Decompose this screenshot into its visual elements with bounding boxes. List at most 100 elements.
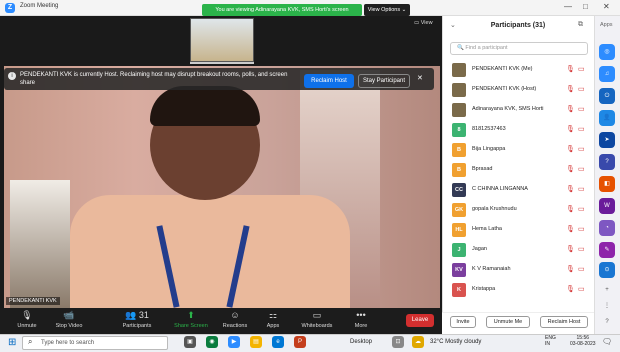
participant-row[interactable]: J Jagan 🎙 ▭ bbox=[448, 240, 590, 260]
participant-search-input[interactable]: 🔍 Find a participant bbox=[450, 42, 588, 55]
windows-start-icon[interactable]: ⊞ bbox=[8, 337, 16, 348]
participants-icon: 👥 31 bbox=[125, 310, 149, 320]
microphone-muted-icon: 🎙 bbox=[566, 186, 575, 193]
chrome-icon[interactable]: ◉ bbox=[206, 336, 218, 348]
video-off-icon: ▭ bbox=[578, 206, 585, 213]
video-off-icon: ▭ bbox=[578, 226, 585, 233]
leave-button[interactable]: Leave bbox=[406, 314, 434, 327]
video-camera-icon: 📹 bbox=[63, 310, 75, 320]
participant-row[interactable]: HL Hema Latha 🎙 ▭ bbox=[448, 220, 590, 240]
microphone-muted-icon: 🎙 bbox=[566, 266, 575, 273]
view-options-button[interactable]: View Options ⌄ bbox=[364, 4, 410, 16]
reactions-button[interactable]: ☺ Reactions bbox=[214, 310, 256, 329]
invite-button[interactable]: Invite bbox=[450, 316, 476, 328]
microphone-muted-icon: 🎙 bbox=[566, 286, 575, 293]
video-off-icon: ▭ bbox=[578, 146, 585, 153]
app-icon[interactable]: ◎ bbox=[599, 44, 615, 60]
app-icon[interactable]: ◔ bbox=[599, 220, 615, 236]
app-icon[interactable]: ⊙ bbox=[599, 262, 615, 278]
app-icon[interactable]: W bbox=[599, 198, 615, 214]
participant-row[interactable]: K Kristappa 🎙 ▭ bbox=[448, 280, 590, 300]
whiteboards-button[interactable]: ▭ Whiteboards bbox=[296, 310, 338, 329]
close-window-icon[interactable]: ✕ bbox=[603, 2, 610, 11]
participant-row[interactable]: Adinarayana KVK, SMS Horti 🎙 ▭ bbox=[448, 100, 590, 120]
participant-avatar: CC bbox=[452, 183, 466, 197]
participants-panel-title: Participants (31) bbox=[490, 22, 546, 29]
task-view-icon[interactable]: ▣ bbox=[184, 336, 196, 348]
zoom-logo-icon: Z bbox=[5, 3, 15, 13]
app-icon[interactable]: 👤 bbox=[599, 110, 615, 126]
shared-screen-thumbnail-bar bbox=[190, 62, 254, 64]
video-off-icon: ▭ bbox=[578, 66, 585, 73]
participant-row[interactable]: CC C CHINNA LINGANNA 🎙 ▭ bbox=[448, 180, 590, 200]
stay-participant-button[interactable]: Stay Participant bbox=[358, 74, 410, 88]
window-title: Zoom Meeting bbox=[20, 3, 59, 9]
participant-row[interactable]: PENDEKANTI KVK (Me) 🎙 ▭ bbox=[448, 60, 590, 80]
powerpoint-icon[interactable]: P bbox=[294, 336, 306, 348]
close-icon[interactable]: ✕ bbox=[417, 74, 423, 82]
add-app-icon[interactable]: + bbox=[599, 282, 615, 298]
system-tray-icon[interactable]: ⊡ bbox=[392, 336, 404, 348]
weather-text[interactable]: 32°C Mostly cloudy bbox=[430, 339, 481, 345]
participant-avatar: KV bbox=[452, 263, 466, 277]
share-screen-icon: ⬆ bbox=[187, 310, 195, 320]
participants-button[interactable]: 👥 31 Participants bbox=[116, 310, 158, 329]
video-off-icon: ▭ bbox=[578, 286, 585, 293]
microphone-muted-icon: 🎙 bbox=[566, 146, 575, 153]
person-hair bbox=[150, 86, 260, 126]
language-indicator[interactable]: ENG IN bbox=[545, 335, 556, 347]
unmute-me-button[interactable]: Unmute Me bbox=[486, 316, 530, 328]
microphone-muted-icon: 🎙 bbox=[566, 126, 575, 133]
participant-name: PENDEKANTI KVK (Me) bbox=[472, 66, 533, 72]
taskbar-clock[interactable]: 15:56 03-08-2023 bbox=[570, 335, 596, 347]
info-icon: i bbox=[8, 72, 16, 80]
apps-button[interactable]: ⚏ Apps bbox=[252, 310, 294, 329]
participant-avatar: GK bbox=[452, 203, 466, 217]
app-icon[interactable]: ♫ bbox=[599, 66, 615, 82]
desktop-toolbar-label[interactable]: Desktop bbox=[350, 339, 372, 345]
participant-name: Bprasad bbox=[472, 166, 493, 172]
app-icon[interactable]: ? bbox=[599, 154, 615, 170]
participant-name: 81812537463 bbox=[472, 126, 506, 132]
notification-icon[interactable]: 🗨 bbox=[602, 337, 612, 346]
unmute-button[interactable]: 🎙 Unmute bbox=[6, 310, 48, 329]
participant-name: Kristappa bbox=[472, 286, 496, 292]
participant-row[interactable]: KV K V Ramanaiah 🎙 ▭ bbox=[448, 260, 590, 280]
stop-video-button[interactable]: 📹 Stop Video bbox=[48, 310, 90, 329]
participant-row[interactable]: PENDEKANTI KVK (Host) 🎙 ▭ bbox=[448, 80, 590, 100]
video-off-icon: ▭ bbox=[578, 106, 585, 113]
share-screen-button[interactable]: ⬆ Share Screen bbox=[170, 310, 212, 329]
weather-icon: ☁ bbox=[412, 336, 424, 348]
app-icon[interactable]: ➤ bbox=[599, 132, 615, 148]
reactions-icon: ☺ bbox=[230, 310, 240, 320]
zoom-taskbar-icon[interactable]: ▶ bbox=[228, 336, 240, 348]
reclaim-host-button[interactable]: Reclaim Host bbox=[304, 74, 354, 88]
microphone-muted-icon: 🎙 bbox=[566, 226, 575, 233]
view-button[interactable]: ▭ View bbox=[414, 20, 433, 26]
participant-row[interactable]: B Bija Lingappa 🎙 ▭ bbox=[448, 140, 590, 160]
reclaim-host-footer-button[interactable]: Reclaim Host bbox=[540, 316, 588, 328]
app-icon[interactable]: ✎ bbox=[599, 242, 615, 258]
app-icon[interactable]: ⏻ bbox=[599, 88, 615, 104]
minimize-icon[interactable]: — bbox=[564, 2, 572, 11]
participant-row[interactable]: B Bprasad 🎙 ▭ bbox=[448, 160, 590, 180]
help-icon[interactable]: ? bbox=[599, 314, 615, 330]
app-icon[interactable]: ◧ bbox=[599, 176, 615, 192]
shared-screen-thumbnail[interactable] bbox=[190, 18, 254, 62]
participant-row[interactable]: GK gopala Krushnudu 🎙 ▭ bbox=[448, 200, 590, 220]
maximize-icon[interactable]: □ bbox=[583, 2, 588, 11]
microphone-muted-icon: 🎙 bbox=[566, 86, 575, 93]
file-explorer-icon[interactable]: ▤ bbox=[250, 336, 262, 348]
taskbar-search-input[interactable]: Type here to search bbox=[22, 336, 168, 350]
participant-avatar: 8 bbox=[452, 123, 466, 137]
clock-date: 03-08-2023 bbox=[570, 341, 596, 347]
more-apps-icon[interactable]: ⋮ bbox=[599, 298, 615, 314]
toolbar-label: Reactions bbox=[222, 323, 248, 329]
participant-name: Adinarayana KVK, SMS Horti bbox=[472, 106, 544, 112]
popout-icon[interactable]: ⧉ bbox=[578, 21, 583, 29]
video-off-icon: ▭ bbox=[578, 266, 585, 273]
toolbar-label: Participants bbox=[122, 323, 152, 329]
more-button[interactable]: ••• More bbox=[340, 310, 382, 329]
edge-icon[interactable]: e bbox=[272, 336, 284, 348]
participant-row[interactable]: 8 81812537463 🎙 ▭ bbox=[448, 120, 590, 140]
